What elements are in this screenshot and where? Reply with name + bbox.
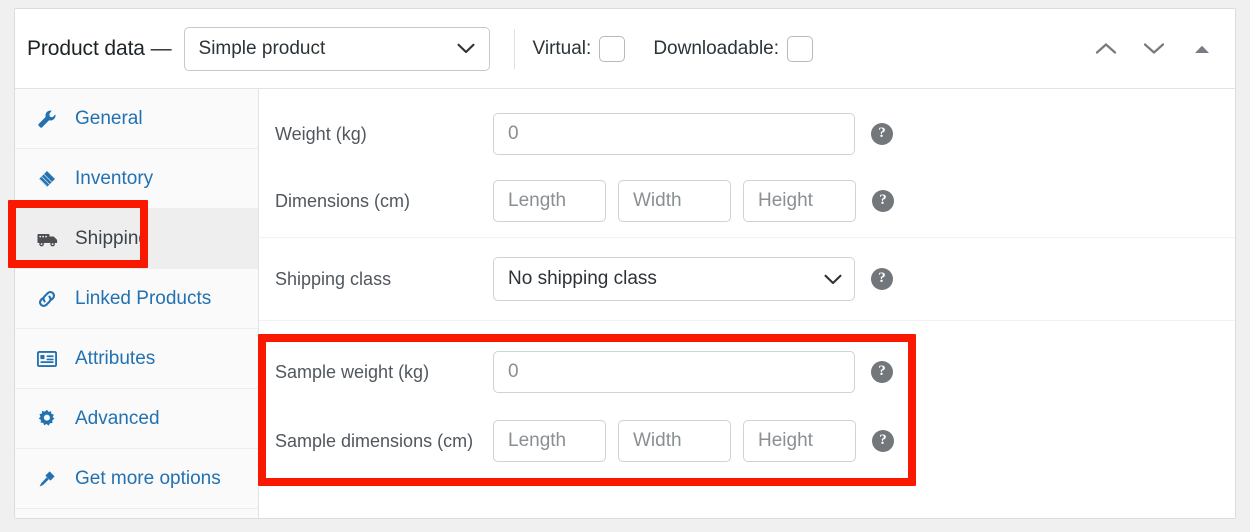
sidebar-item-get-more-options[interactable]: Get more options <box>15 449 258 509</box>
sidebar-item-general[interactable]: General <box>15 89 258 149</box>
panel-header: Product data — Simple product Virtual: D… <box>15 9 1235 89</box>
product-type-value: Simple product <box>198 37 326 59</box>
dimensions-label: Dimensions (cm) <box>275 190 411 211</box>
sample-dimensions-inputs: Length Width Height <box>493 420 856 462</box>
box-icon <box>37 169 63 189</box>
sidebar-item-label: Advanced <box>75 407 160 429</box>
width-input[interactable]: Width <box>618 180 731 222</box>
shipping-class-row: Shipping class No shipping class ? <box>259 252 1235 306</box>
sidebar-item-label: Attributes <box>75 347 156 369</box>
weight-input[interactable]: 0 <box>493 113 855 155</box>
sidebar-item-label: Linked Products <box>75 287 212 309</box>
help-icon[interactable]: ? <box>871 123 893 145</box>
help-icon[interactable]: ? <box>871 361 893 383</box>
dimensions-row: Dimensions (cm) Length Width Height ? <box>259 165 1235 237</box>
height-input[interactable]: Height <box>743 180 856 222</box>
panel-content: Weight (kg) 0 ? Dimensions (cm) Length W… <box>259 89 1235 518</box>
sidebar-item-label: Get more options <box>75 467 221 489</box>
sample-weight-label: Sample weight (kg) <box>275 361 430 382</box>
sidebar-item-label: Inventory <box>75 167 154 189</box>
sample-weight-row: Sample weight (kg) 0 ? <box>259 339 1235 405</box>
sidebar-item-shipping[interactable]: Shipping <box>15 209 258 269</box>
virtual-checkbox[interactable] <box>599 35 626 62</box>
help-icon[interactable]: ? <box>871 268 893 290</box>
product-data-panel: Product data — Simple product Virtual: D… <box>14 8 1236 519</box>
shipping-basic-group: Weight (kg) 0 ? Dimensions (cm) Length W… <box>259 89 1235 237</box>
shipping-class-value: No shipping class <box>508 268 657 289</box>
weight-inputs: 0 <box>493 113 855 155</box>
sidebar-item-inventory[interactable]: Inventory <box>15 149 258 209</box>
plugin-icon <box>37 469 63 489</box>
shipping-class-select[interactable]: No shipping class <box>493 257 855 301</box>
list-card-icon <box>37 350 63 367</box>
header-divider <box>513 28 515 69</box>
sample-weight-input[interactable]: 0 <box>493 351 855 393</box>
shipping-class-inputs: No shipping class <box>493 257 855 301</box>
link-icon <box>37 289 63 309</box>
sample-height-input[interactable]: Height <box>743 420 856 462</box>
dimensions-inputs: Length Width Height <box>493 180 856 222</box>
sidebar-filler <box>15 509 258 518</box>
downloadable-label: Downloadable: <box>653 37 780 59</box>
help-icon[interactable]: ? <box>872 190 894 212</box>
sample-length-input[interactable]: Length <box>493 420 606 462</box>
header-actions <box>1091 34 1221 64</box>
sidebar-item-linked-products[interactable]: Linked Products <box>15 269 258 329</box>
sidebar-item-label: Shipping <box>75 227 149 249</box>
sidebar-item-advanced[interactable]: Advanced <box>15 389 258 449</box>
chevron-down-icon <box>456 43 475 54</box>
virtual-label: Virtual: <box>532 37 592 59</box>
shipping-class-label: Shipping class <box>275 268 392 289</box>
toggle-panel-button[interactable] <box>1187 34 1217 64</box>
virtual-field: Virtual: <box>532 35 626 62</box>
panel-body: General Inventory Shipping Linked Produc… <box>15 89 1235 518</box>
sidebar-item-label: General <box>75 107 143 129</box>
shipping-class-group: Shipping class No shipping class ? <box>259 238 1235 320</box>
gear-icon <box>37 409 63 429</box>
sample-dimensions-label: Sample dimensions (cm) <box>275 430 474 451</box>
sidebar-item-attributes[interactable]: Attributes <box>15 329 258 389</box>
sample-weight-inputs: 0 <box>493 351 855 393</box>
chevron-down-icon <box>824 274 842 285</box>
help-icon[interactable]: ? <box>872 430 894 452</box>
downloadable-checkbox[interactable] <box>787 35 814 62</box>
product-type-select[interactable]: Simple product <box>183 26 490 71</box>
sample-dimensions-row: Sample dimensions (cm) Length Width Heig… <box>259 405 1235 477</box>
downloadable-field: Downloadable: <box>653 35 814 62</box>
weight-row: Weight (kg) 0 ? <box>259 103 1235 165</box>
panel-sidebar: General Inventory Shipping Linked Produc… <box>15 89 259 518</box>
truck-icon <box>37 230 63 248</box>
sample-fields-group: Sample weight (kg) 0 ? Sample dimensions… <box>259 321 1235 477</box>
length-input[interactable]: Length <box>493 180 606 222</box>
wrench-icon <box>37 109 63 129</box>
weight-label: Weight (kg) <box>275 123 367 144</box>
page-title: Product data — <box>27 36 172 60</box>
sample-width-input[interactable]: Width <box>618 420 731 462</box>
move-up-button[interactable] <box>1091 34 1121 64</box>
move-down-button[interactable] <box>1139 34 1169 64</box>
